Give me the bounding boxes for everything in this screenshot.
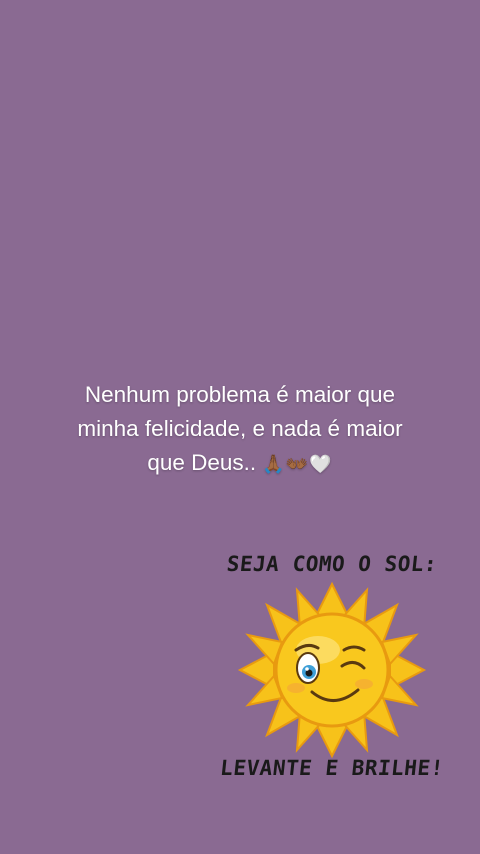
caption-line-1: Nenhum problema é maior que [84,382,396,407]
caption-line-3-text: que Deus.. [147,450,257,475]
caption-line-2: minha felicidade, e nada é maior [77,416,403,441]
sticker-bottom-text: LEVANTE E BRILHE! [219,756,445,780]
caption-line-3: que Deus.. 🙏🏾👐🏾🤍 [20,446,460,482]
status-caption: Nenhum problema é maior que minha felici… [20,378,460,482]
caption-emojis: 🙏🏾👐🏾🤍 [262,454,333,475]
winking-sun-icon [237,581,427,759]
sun-sticker: SEJA COMO O SOL: LEVANTE E BRILHE! [212,542,452,792]
sticker-top-text: SEJA COMO O SOL: [225,552,439,576]
